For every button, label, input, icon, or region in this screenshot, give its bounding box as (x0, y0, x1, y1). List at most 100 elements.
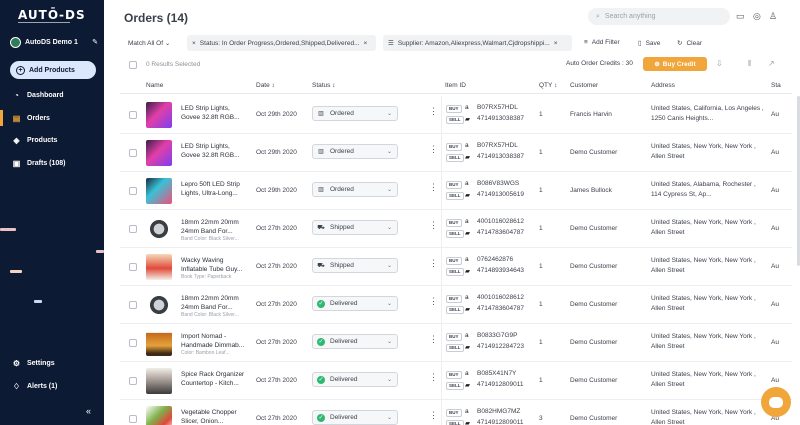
buy-credit-button[interactable]: ⊕ Buy Credit (643, 57, 707, 71)
user-icon[interactable]: ♙ (769, 11, 777, 22)
column-header-date[interactable]: Date ↕ (256, 82, 275, 89)
column-header-customer[interactable]: Customer (570, 82, 598, 89)
column-header-status[interactable]: Status ↕ (312, 82, 336, 89)
more-options-icon[interactable]: ⋮ (429, 372, 438, 383)
more-options-icon[interactable]: ⋮ (429, 296, 438, 307)
sidebar-item-drafts[interactable]: ▣ Drafts (108) (0, 155, 104, 171)
more-options-icon[interactable]: ⋮ (429, 258, 438, 269)
buy-item-id[interactable]: B07RX57HDL (477, 142, 518, 149)
product-name[interactable]: Import Nomad - Handmade Dimmab... (181, 333, 247, 350)
sidebar-item-settings[interactable]: ⚙ Settings (0, 355, 104, 371)
filter-chip-supplier[interactable]: ☰ Supplier: Amazon,Aliexpress,Walmart,Cj… (383, 35, 572, 51)
more-options-icon[interactable]: ⋮ (429, 220, 438, 231)
table-row[interactable]: 18mm 22mm 20mm 24mm Band For... Band Col… (120, 210, 792, 248)
table-row[interactable]: 18mm 22mm 20mm 24mm Band For... Band Col… (120, 286, 792, 324)
product-thumbnail[interactable] (146, 292, 172, 318)
product-name[interactable]: Spice Rack Organizer Countertop - Kitch.… (181, 371, 247, 388)
chat-icon[interactable]: ▭ (736, 11, 745, 22)
sidebar-item-orders[interactable]: ▤ Orders (0, 110, 104, 126)
buy-item-id[interactable]: 0762462876 (477, 256, 513, 263)
product-thumbnail[interactable] (146, 178, 172, 204)
buy-item-id[interactable]: B085X41N7Y (477, 370, 516, 377)
sidebar-item-products[interactable]: ◈ Products (0, 132, 104, 148)
product-name[interactable]: LED Strip Lights, Govee 32.8ft RGB... (181, 143, 247, 160)
sell-item-id[interactable]: 4714912809011 (477, 381, 524, 388)
table-row[interactable]: Lepro 50ft LED Strip Lights, Ultra-Long.… (120, 172, 792, 210)
close-icon[interactable]: × (554, 40, 558, 47)
product-thumbnail[interactable] (146, 368, 172, 394)
search-input[interactable]: ⌕ Search anything (588, 8, 730, 25)
product-name[interactable]: Lepro 50ft LED Strip Lights, Ultra-Long.… (181, 181, 247, 198)
sell-item-id[interactable]: 4714913038387 (477, 115, 524, 122)
more-options-icon[interactable]: ⋮ (429, 144, 438, 155)
add-filter-button[interactable]: ≡ Add Filter (584, 39, 620, 46)
column-header-address[interactable]: Address (651, 82, 675, 89)
row-checkbox[interactable] (129, 339, 137, 347)
close-icon[interactable]: × (364, 40, 368, 47)
product-thumbnail[interactable] (146, 406, 172, 425)
buy-item-id[interactable]: B086V83WGS (477, 180, 519, 187)
product-thumbnail[interactable] (146, 102, 172, 128)
save-button[interactable]: ▯ Save (638, 39, 660, 48)
clear-button[interactable]: ↻ Clear (677, 39, 702, 48)
table-row[interactable]: LED Strip Lights, Govee 32.8ft RGB... Oc… (120, 96, 792, 134)
product-name[interactable]: LED Strip Lights, Govee 32.8ft RGB... (181, 105, 247, 122)
table-row[interactable]: Vegetable Chopper Slicer, Onion... Oct 2… (120, 400, 792, 425)
buy-item-id[interactable]: 4001016028612 (477, 294, 524, 301)
table-row[interactable]: LED Strip Lights, Govee 32.8ft RGB... Oc… (120, 134, 792, 172)
collapse-sidebar-icon[interactable]: « (86, 406, 91, 416)
filter-chip-status[interactable]: × Status: In Order Progress,Ordered,Ship… (187, 35, 376, 51)
chat-bubble-button[interactable] (761, 387, 791, 417)
status-dropdown[interactable]: ✓ Delivered ⌄ (312, 372, 398, 387)
buy-item-id[interactable]: B0833G7G9P (477, 332, 517, 339)
status-dropdown[interactable]: ▥ Ordered ⌄ (312, 106, 398, 121)
status-dropdown[interactable]: ✓ Delivered ⌄ (312, 296, 398, 311)
status-dropdown[interactable]: ⛟ Shipped ⌄ (312, 258, 398, 273)
product-name[interactable]: 18mm 22mm 20mm 24mm Band For... (181, 295, 247, 312)
buy-item-id[interactable]: B082HMG7MZ (477, 408, 520, 415)
store-selector[interactable]: AutoDS Demo 1 ✎ (10, 35, 98, 49)
row-checkbox[interactable] (129, 111, 137, 119)
sidebar-item-alerts[interactable]: ♢ Alerts (1) (0, 378, 104, 394)
sell-item-id[interactable]: 4714783604787 (477, 305, 524, 312)
product-thumbnail[interactable] (146, 216, 172, 242)
status-dropdown[interactable]: ⛟ Shipped ⌄ (312, 220, 398, 235)
product-thumbnail[interactable] (146, 330, 172, 356)
row-checkbox[interactable] (129, 225, 137, 233)
status-dropdown[interactable]: ✓ Delivered ⌄ (312, 410, 398, 425)
sell-item-id[interactable]: 4714913038387 (477, 153, 524, 160)
support-icon[interactable]: ◎ (753, 11, 761, 22)
more-options-icon[interactable]: ⋮ (429, 106, 438, 117)
product-name[interactable]: Vegetable Chopper Slicer, Onion... (181, 409, 247, 425)
row-checkbox[interactable] (129, 187, 137, 195)
columns-icon[interactable]: ⦀ (748, 59, 752, 69)
status-dropdown[interactable]: ▥ Ordered ⌄ (312, 182, 398, 197)
column-header-qty[interactable]: QTY ↕ (539, 82, 557, 89)
match-selector[interactable]: Match All Of ⌄ (128, 39, 170, 47)
sell-item-id[interactable]: 4714783604787 (477, 229, 524, 236)
column-header-status-2[interactable]: Sta (771, 82, 781, 89)
external-link-icon[interactable]: ↗ (768, 59, 775, 68)
row-checkbox[interactable] (129, 377, 137, 385)
close-icon[interactable]: × (192, 40, 196, 47)
table-row[interactable]: Spice Rack Organizer Countertop - Kitch.… (120, 362, 792, 400)
column-header-item-id[interactable]: Item ID (445, 82, 466, 89)
select-all-checkbox[interactable] (129, 61, 137, 69)
product-name[interactable]: 18mm 22mm 20mm 24mm Band For... (181, 219, 247, 236)
product-thumbnail[interactable] (146, 254, 172, 280)
sidebar-item-dashboard[interactable]: ◔ Dashboard (0, 87, 104, 103)
more-options-icon[interactable]: ⋮ (429, 410, 438, 421)
table-row[interactable]: Import Nomad - Handmade Dimmab... Color:… (120, 324, 792, 362)
sell-item-id[interactable]: 4714893934643 (477, 267, 524, 274)
autods-logo[interactable]: AUTŌ-DS (18, 8, 86, 22)
export-icon[interactable]: ⇩ (716, 59, 723, 68)
sell-item-id[interactable]: 4714912284723 (477, 343, 524, 350)
column-header-name[interactable]: Name (146, 82, 163, 89)
status-dropdown[interactable]: ✓ Delivered ⌄ (312, 334, 398, 349)
sell-item-id[interactable]: 4714912809011 (477, 419, 524, 425)
status-dropdown[interactable]: ▥ Ordered ⌄ (312, 144, 398, 159)
more-options-icon[interactable]: ⋮ (429, 334, 438, 345)
pencil-icon[interactable]: ✎ (92, 38, 98, 46)
product-name[interactable]: Wacky Waving Inflatable Tube Guy... (181, 257, 247, 274)
row-checkbox[interactable] (129, 415, 137, 423)
